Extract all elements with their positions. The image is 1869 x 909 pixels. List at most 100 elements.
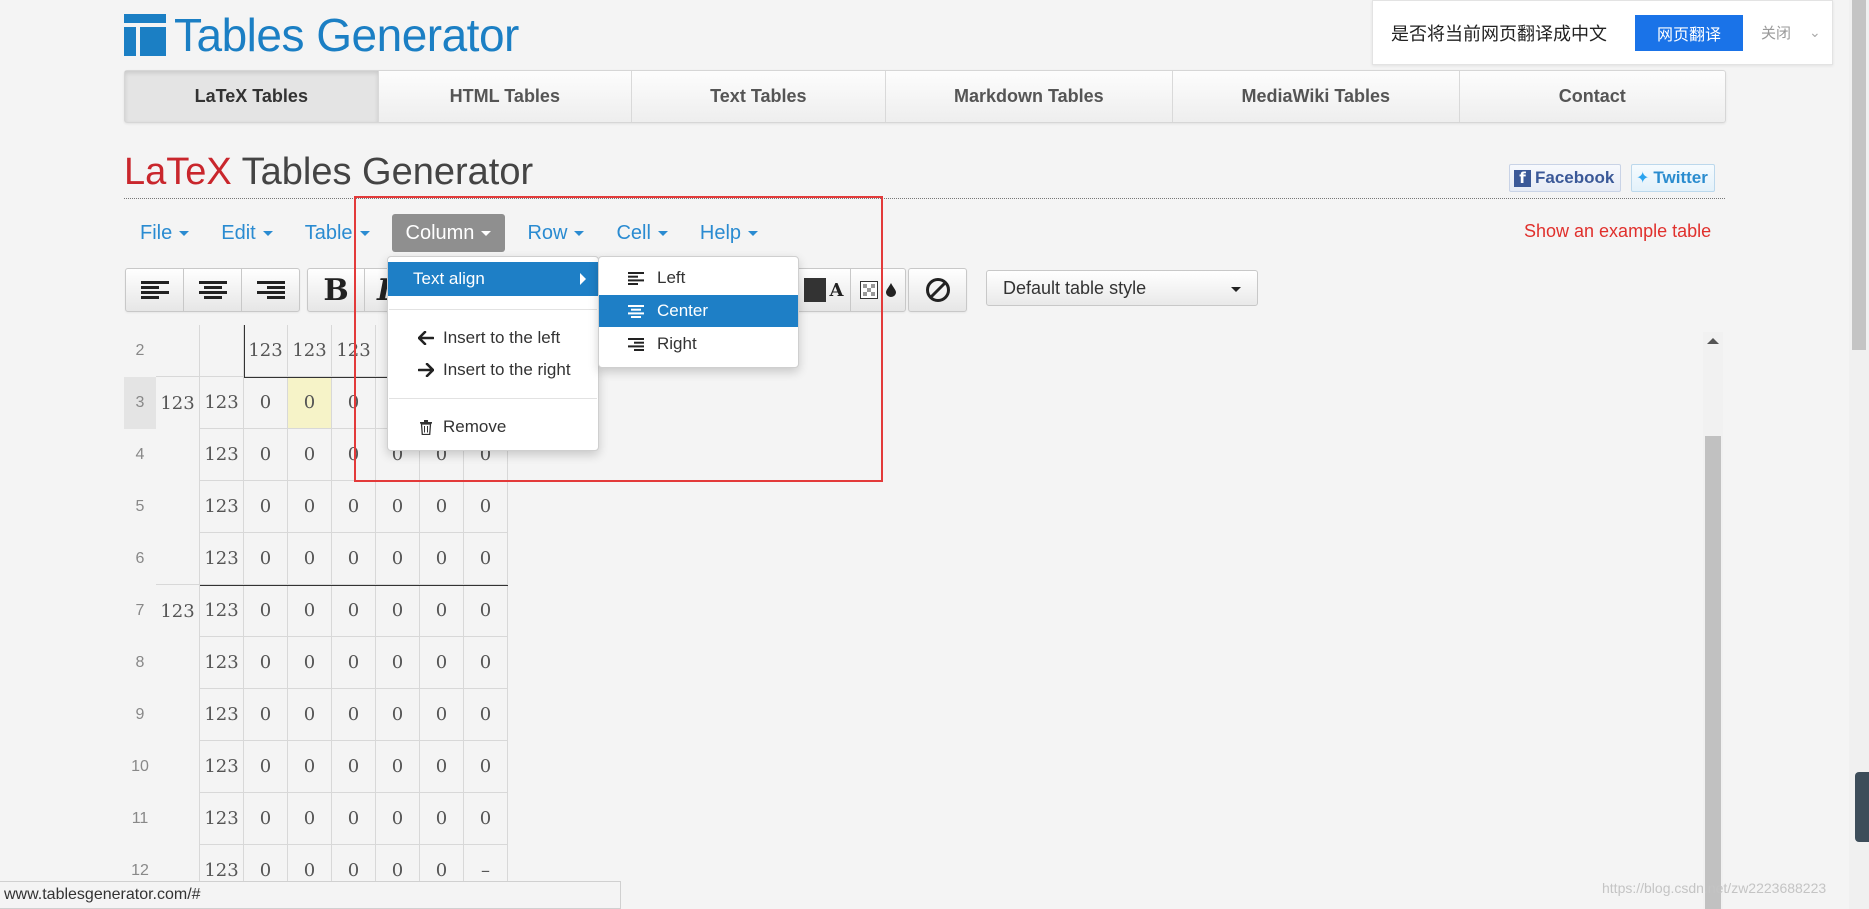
chevron-down-icon[interactable]: ⌄ <box>1809 24 1821 41</box>
row-number[interactable]: 2 <box>124 325 156 377</box>
table-cell[interactable]: 0 <box>420 533 464 585</box>
table-cell[interactable]: 0 <box>464 533 508 585</box>
page-scrollbar-thumb[interactable] <box>1852 0 1866 350</box>
table-cell[interactable]: 123 <box>200 481 244 533</box>
table-cell[interactable]: 0 <box>288 637 332 689</box>
table-cell[interactable] <box>156 429 200 481</box>
table-cell[interactable]: 123 <box>200 637 244 689</box>
row-number[interactable]: 10 <box>124 741 156 793</box>
table-cell[interactable]: 0 <box>288 377 332 429</box>
table-cell[interactable]: 0 <box>244 585 288 637</box>
table-cell[interactable]: 123 <box>200 429 244 481</box>
table-cell[interactable]: 0 <box>464 793 508 845</box>
row-number[interactable]: 8 <box>124 637 156 689</box>
table-cell[interactable]: 0 <box>464 585 508 637</box>
table-cell[interactable]: 0 <box>420 741 464 793</box>
table-cell[interactable]: 123 <box>200 533 244 585</box>
table-cell[interactable]: 0 <box>244 741 288 793</box>
table-cell[interactable]: 0 <box>288 481 332 533</box>
facebook-share-button[interactable]: f Facebook <box>1509 164 1622 192</box>
table-cell[interactable]: 0 <box>288 429 332 481</box>
table-cell[interactable]: 0 <box>244 533 288 585</box>
table-cell[interactable]: 0 <box>376 585 420 637</box>
row-number[interactable]: 9 <box>124 689 156 741</box>
twitter-share-button[interactable]: ✦ Twitter <box>1631 164 1715 192</box>
table-cell[interactable] <box>156 481 200 533</box>
table-cell[interactable] <box>156 741 200 793</box>
table-cell[interactable]: 0 <box>288 689 332 741</box>
table-cell[interactable]: 0 <box>376 637 420 689</box>
table-cell[interactable]: 0 <box>376 793 420 845</box>
table-cell[interactable]: 0 <box>244 689 288 741</box>
menu-file[interactable]: File <box>124 214 205 252</box>
row-number[interactable]: 7 <box>124 585 156 637</box>
tab-text-tables[interactable]: Text Tables <box>632 71 886 122</box>
table-cell[interactable]: 0 <box>376 481 420 533</box>
table-cell[interactable]: 123 <box>156 377 200 429</box>
table-cell[interactable]: 0 <box>244 429 288 481</box>
table-cell[interactable]: 0 <box>244 377 288 429</box>
table-cell[interactable]: 0 <box>288 585 332 637</box>
table-cell[interactable]: 0 <box>332 585 376 637</box>
site-logo[interactable]: Tables Generator <box>124 12 519 58</box>
table-cell[interactable] <box>156 793 200 845</box>
table-cell[interactable] <box>156 637 200 689</box>
table-cell[interactable]: 0 <box>332 689 376 741</box>
show-example-link[interactable]: Show an example table <box>1524 221 1711 242</box>
table-cell[interactable]: 0 <box>420 689 464 741</box>
table-cell[interactable]: 0 <box>244 793 288 845</box>
table-cell[interactable]: 0 <box>464 741 508 793</box>
table-cell[interactable]: 0 <box>332 793 376 845</box>
table-cell[interactable]: 123 <box>200 793 244 845</box>
tab-latex-tables[interactable]: LaTeX Tables <box>125 71 379 122</box>
table-cell[interactable] <box>156 533 200 585</box>
table-cell[interactable]: 0 <box>376 689 420 741</box>
row-number[interactable]: 4 <box>124 429 156 481</box>
table-cell[interactable]: 0 <box>420 793 464 845</box>
align-right-button[interactable] <box>242 269 299 311</box>
table-cell[interactable]: 123 <box>200 585 244 637</box>
table-cell[interactable]: 0 <box>332 481 376 533</box>
table-cell[interactable]: 123 <box>244 325 288 377</box>
tab-contact[interactable]: Contact <box>1460 71 1726 122</box>
table-cell[interactable]: 0 <box>332 637 376 689</box>
row-number[interactable]: 11 <box>124 793 156 845</box>
translate-button[interactable]: 网页翻译 <box>1635 14 1743 51</box>
table-cell[interactable]: 0 <box>244 481 288 533</box>
row-number[interactable]: 6 <box>124 533 156 585</box>
table-cell[interactable]: 0 <box>332 741 376 793</box>
table-cell[interactable]: 0 <box>244 637 288 689</box>
menu-edit[interactable]: Edit <box>205 214 288 252</box>
table-cell[interactable]: 0 <box>376 741 420 793</box>
row-number[interactable]: 5 <box>124 481 156 533</box>
table-cell[interactable]: 123 <box>200 689 244 741</box>
table-style-select[interactable]: Default table style <box>986 270 1258 306</box>
table-cell[interactable]: 0 <box>288 741 332 793</box>
clear-formatting-button[interactable] <box>909 269 966 311</box>
table-cell[interactable]: 0 <box>288 793 332 845</box>
table-cell[interactable]: 0 <box>420 481 464 533</box>
table-cell[interactable]: 0 <box>376 533 420 585</box>
table-cell[interactable]: 0 <box>420 637 464 689</box>
table-cell[interactable]: 0 <box>332 533 376 585</box>
table-cell[interactable]: 123 <box>288 325 332 377</box>
grid-scrollbar-thumb[interactable] <box>1705 436 1721 909</box>
translate-close-button[interactable]: 关闭 <box>1761 22 1791 43</box>
table-cell[interactable]: 0 <box>464 689 508 741</box>
side-widget-tab[interactable] <box>1855 772 1869 842</box>
tab-html-tables[interactable]: HTML Tables <box>379 71 633 122</box>
table-cell[interactable]: 123 <box>200 377 244 429</box>
table-cell[interactable] <box>200 325 244 377</box>
table-cell[interactable]: 0 <box>464 637 508 689</box>
table-cell[interactable]: 0 <box>464 481 508 533</box>
table-cell[interactable]: 123 <box>156 585 200 637</box>
tab-markdown-tables[interactable]: Markdown Tables <box>886 71 1174 122</box>
row-number[interactable]: 3 <box>124 377 156 429</box>
table-cell[interactable] <box>156 325 200 377</box>
align-center-button[interactable] <box>184 269 242 311</box>
align-left-button[interactable] <box>126 269 184 311</box>
table-cell[interactable]: 123 <box>200 741 244 793</box>
table-cell[interactable] <box>156 689 200 741</box>
grid-scrollbar[interactable] <box>1703 332 1723 909</box>
tab-mediawiki-tables[interactable]: MediaWiki Tables <box>1173 71 1460 122</box>
